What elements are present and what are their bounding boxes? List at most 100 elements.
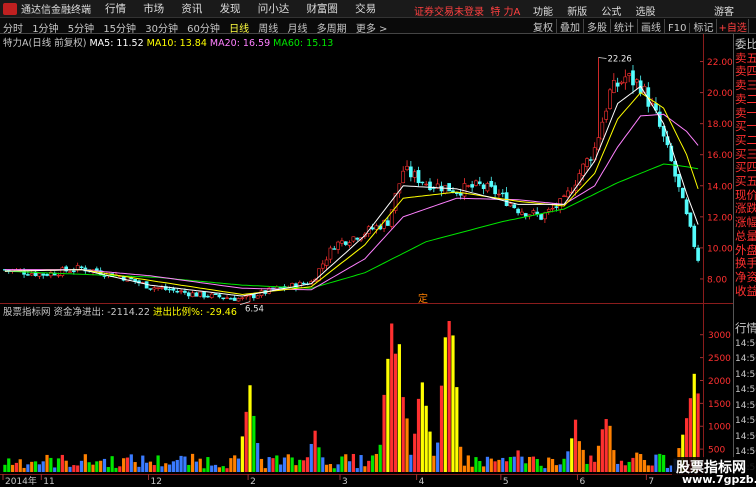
menu-item-screener[interactable]: 选股 [636, 7, 656, 18]
menu-item-function[interactable]: 功能 [533, 7, 553, 18]
volume-bar [612, 450, 616, 472]
candle-body [539, 213, 543, 220]
guest-login[interactable]: 游客 [714, 3, 734, 18]
volume-bar [581, 449, 585, 472]
menu-item-formula[interactable]: 公式 [601, 7, 621, 18]
adjust-button[interactable]: 复权 [530, 19, 557, 34]
volume-tick-label: 1500 [708, 400, 731, 410]
quote-label: 买二 [735, 133, 756, 147]
menu-item-wealth[interactable]: 财富圈 [306, 3, 338, 15]
multi-stock-button[interactable]: 多股 [584, 19, 611, 34]
candle-body [604, 110, 609, 120]
volume-bar [229, 458, 233, 472]
candle-body [183, 290, 187, 293]
volume-bar [76, 465, 80, 472]
volume-bar [359, 455, 363, 472]
draw-button[interactable]: 画线 [638, 19, 665, 34]
candle-body [512, 204, 517, 209]
chart-area[interactable]: 22.00 20.00 18.00 16.00 14.00 12.00 10.00 8.00 3… [0, 34, 733, 487]
overlay-button[interactable]: 叠加 [557, 19, 584, 34]
menu-item-market[interactable]: 市场 [143, 3, 164, 15]
tick-time: 14:50 [735, 354, 756, 364]
volume-bar [497, 459, 501, 472]
date-tick-label: 7 [648, 477, 654, 487]
volume-bar [160, 466, 164, 472]
login-warning[interactable]: 证券交易未登录 特 力A [414, 3, 520, 18]
volume-bar [106, 467, 110, 472]
volume-bar [286, 454, 290, 472]
volume-bar [627, 461, 631, 472]
tick-time: 14:50 [735, 416, 756, 426]
volume-bar [133, 462, 137, 472]
menu-item-new-version[interactable]: 新版 [567, 7, 587, 18]
volume-bar [236, 458, 241, 472]
volume-bar [248, 385, 252, 472]
tick-time: 14:50 [735, 338, 756, 349]
candle-body [190, 292, 195, 298]
high-pointer [598, 57, 607, 59]
volume-bar [401, 397, 405, 472]
candle-body [493, 185, 497, 195]
menu-item-ask[interactable]: 问小达 [258, 3, 290, 15]
volume-bar [378, 444, 382, 472]
mark-button[interactable]: 标记 [690, 19, 718, 34]
volume-bar [658, 453, 662, 472]
candle-body [543, 212, 547, 220]
candle-body [420, 181, 425, 184]
volume-bar [244, 411, 248, 472]
volume-bar [156, 455, 160, 472]
candle-body [221, 297, 226, 300]
volume-bar [99, 460, 103, 472]
volume-bar [619, 460, 624, 472]
volume-bar [363, 466, 367, 472]
candle-body [26, 274, 30, 276]
volume-bar [355, 468, 359, 472]
candle-body [328, 247, 333, 260]
ma60-line [4, 163, 699, 289]
volume-bar [60, 454, 64, 472]
volume-bar [194, 461, 199, 472]
quote-label: 买三 [735, 147, 756, 161]
volume-bar [416, 398, 421, 472]
volume-bar [187, 464, 191, 472]
stats-button[interactable]: 统计 [611, 19, 638, 34]
volume-bar [259, 458, 264, 472]
candle-body [68, 271, 72, 273]
candle-body [520, 211, 524, 215]
menu-item-quotes[interactable]: 行情 [105, 3, 126, 15]
menu-item-trade[interactable]: 交易 [355, 3, 376, 15]
volume-bar [305, 457, 310, 472]
candle-body [589, 159, 593, 161]
price-tick-label: 10.00 [707, 244, 733, 254]
candle-body [462, 183, 467, 197]
menu-item-discover[interactable]: 发现 [220, 3, 241, 15]
volume-bar [470, 466, 474, 472]
volume-bar [118, 466, 122, 472]
volume-bar [558, 464, 562, 472]
volume-bar [102, 458, 107, 472]
menu-item-news[interactable]: 资讯 [181, 3, 202, 15]
quote-label: 总量 [735, 229, 756, 243]
candle-body [416, 170, 421, 183]
volume-bar [321, 457, 325, 472]
candle-body [566, 190, 570, 198]
volume-bar [543, 468, 547, 472]
volume-bar [390, 323, 394, 472]
candle-body [458, 192, 463, 196]
volume-bar [512, 456, 516, 472]
volume-bar [56, 458, 61, 472]
volume-bar [252, 415, 256, 472]
volume-bar [282, 457, 287, 472]
tick-time: 14:50 [735, 385, 756, 395]
volume-bar [393, 353, 398, 472]
add-watchlist-button[interactable]: +自选 [717, 19, 749, 34]
price-tick-label: 16.00 [707, 151, 733, 161]
candle-body [627, 73, 631, 76]
volume-bar [14, 462, 19, 472]
candle-body [684, 199, 689, 215]
volume-bar [662, 454, 666, 472]
date-tick-label: 11 [43, 477, 54, 487]
f10-button[interactable]: F10 [665, 23, 691, 34]
date-tick-label: 2014年 [5, 475, 37, 487]
candle-body [332, 248, 337, 250]
